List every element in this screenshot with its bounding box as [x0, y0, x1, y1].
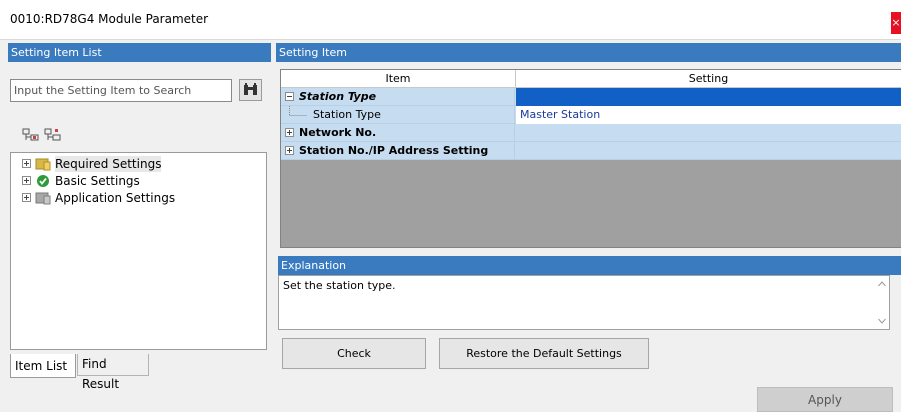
binoculars-icon: [244, 83, 257, 95]
grid-row-station-type[interactable]: Station Type Master Station: [281, 106, 901, 124]
expand-all-icon[interactable]: [22, 128, 40, 142]
expand-toggle-icon[interactable]: [22, 193, 31, 202]
apply-button[interactable]: Apply: [757, 387, 893, 412]
search-button[interactable]: [239, 79, 262, 101]
window-title: 0010:RD78G4 Module Parameter: [10, 12, 209, 26]
row-label: Station Type: [299, 90, 377, 103]
row-setting-cell[interactable]: [516, 142, 901, 160]
explanation-header: Explanation: [278, 256, 901, 275]
column-header-item: Item: [281, 70, 516, 88]
row-setting-cell[interactable]: [516, 124, 901, 142]
row-setting-value[interactable]: Master Station: [516, 106, 901, 124]
scroll-up-icon[interactable]: [878, 281, 886, 287]
row-setting-cell[interactable]: [516, 88, 901, 106]
folder-application-icon: [35, 192, 51, 205]
column-header-setting: Setting: [516, 70, 901, 88]
grid-row-station-no-ip[interactable]: Station No./IP Address Setting: [281, 142, 901, 160]
setting-grid: Item Setting Station Type Station Type M…: [280, 69, 901, 248]
tree-connector-icon: [289, 106, 307, 116]
expand-toggle-icon[interactable]: [285, 128, 294, 137]
row-label: Station Type: [313, 108, 381, 121]
title-bar: 0010:RD78G4 Module Parameter ×: [0, 0, 901, 40]
grid-row-station-type-group[interactable]: Station Type: [281, 88, 901, 106]
check-circle-icon: [37, 175, 49, 187]
collapse-all-icon[interactable]: [44, 128, 62, 142]
expand-toggle-icon[interactable]: [22, 176, 31, 185]
expand-toggle-icon[interactable]: [285, 146, 294, 155]
restore-defaults-button[interactable]: Restore the Default Settings: [439, 338, 649, 369]
tab-item-list[interactable]: Item List: [10, 354, 76, 378]
tab-find-result[interactable]: Find Result: [77, 354, 149, 391]
tree-item-label: Required Settings: [55, 156, 162, 172]
expand-toggle-icon[interactable]: [22, 159, 31, 168]
setting-item-header: Setting Item: [276, 43, 901, 62]
explanation-scrollbar[interactable]: [875, 276, 889, 329]
grid-row-network-no[interactable]: Network No.: [281, 124, 901, 142]
row-label: Station No./IP Address Setting: [299, 144, 489, 157]
setting-tree: Required Settings Basic Settings Applica…: [10, 152, 267, 350]
tree-item-label: Application Settings: [55, 191, 176, 205]
search-input[interactable]: [10, 79, 232, 102]
row-label: Network No.: [299, 126, 377, 139]
tree-item-label: Basic Settings: [55, 174, 140, 188]
check-button[interactable]: Check: [282, 338, 426, 369]
close-button[interactable]: ×: [891, 12, 901, 34]
folder-required-icon: [35, 158, 51, 171]
explanation-text: Set the station type.: [283, 279, 396, 292]
collapse-toggle-icon[interactable]: [285, 92, 294, 101]
scroll-down-icon[interactable]: [878, 318, 886, 324]
setting-item-list-header: Setting Item List: [8, 43, 271, 62]
explanation-box: Set the station type.: [278, 275, 890, 330]
